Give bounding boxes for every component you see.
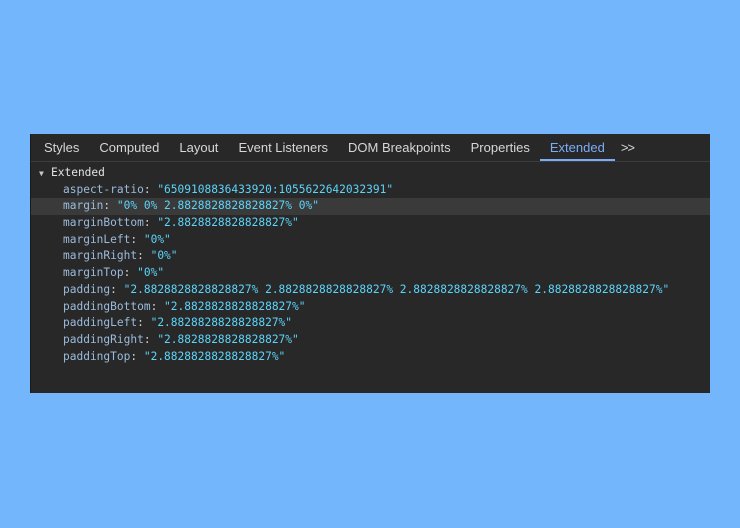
property-key: paddingRight	[63, 332, 144, 346]
devtools-tab-bar: Styles Computed Layout Event Listeners D…	[31, 134, 710, 162]
property-separator: :	[110, 282, 124, 296]
property-separator: :	[130, 232, 144, 246]
property-key: paddingLeft	[63, 316, 138, 330]
tab-event-listeners[interactable]: Event Listeners	[228, 134, 338, 161]
property-value[interactable]: "0% 0% 2.8828828828828827% 0%"	[117, 199, 319, 212]
property-value[interactable]: "2.8828828828828827%"	[151, 316, 292, 329]
tab-computed[interactable]: Computed	[89, 134, 169, 161]
property-separator: :	[137, 316, 151, 330]
property-value[interactable]: "0%"	[144, 233, 171, 246]
property-row[interactable]: marginRight: "0%"	[31, 248, 710, 265]
property-row[interactable]: marginTop: "0%"	[31, 265, 710, 282]
extended-pane: ▼ Extended aspect-ratio: "650910883643392…	[31, 162, 710, 365]
property-key: marginBottom	[63, 216, 144, 230]
property-row[interactable]: paddingBottom: "2.8828828828828827%"	[31, 299, 710, 316]
property-key: padding	[63, 282, 111, 296]
property-separator: :	[123, 266, 138, 280]
property-row[interactable]: paddingRight: "2.8828828828828827%"	[31, 332, 710, 349]
property-separator: :	[143, 332, 158, 346]
property-key: marginRight	[63, 249, 138, 263]
property-value[interactable]: "2.8828828828828827%"	[157, 333, 298, 346]
property-value[interactable]: "2.8828828828828827%"	[157, 216, 298, 229]
property-value[interactable]: "0%"	[137, 266, 164, 279]
property-key: marginLeft	[63, 232, 131, 246]
property-value[interactable]: "2.8828828828828827%"	[164, 300, 305, 313]
property-key: marginTop	[63, 266, 124, 280]
property-row[interactable]: paddingLeft: "2.8828828828828827%"	[31, 315, 710, 332]
property-row[interactable]: margin: "0% 0% 2.8828828828828827% 0%"	[31, 198, 710, 216]
property-row[interactable]: paddingTop: "2.8828828828828827%"	[31, 349, 710, 366]
property-separator: :	[130, 349, 144, 363]
expand-triangle-icon[interactable]: ▼	[39, 166, 47, 183]
section-title: Extended	[51, 166, 105, 179]
tab-layout[interactable]: Layout	[169, 134, 228, 161]
property-separator: :	[103, 199, 117, 213]
property-row[interactable]: padding: "2.8828828828828827% 2.88288288…	[31, 282, 710, 299]
property-separator: :	[143, 182, 158, 196]
property-key: paddingBottom	[63, 299, 151, 313]
property-value[interactable]: "2.8828828828828827% 2.8828828828828827%…	[124, 283, 670, 296]
property-key: aspect-ratio	[63, 182, 144, 196]
property-separator: :	[137, 249, 151, 263]
tab-dom-breakpoints[interactable]: DOM Breakpoints	[338, 134, 461, 161]
property-row[interactable]: marginLeft: "0%"	[31, 232, 710, 249]
property-value[interactable]: "0%"	[151, 249, 178, 262]
devtools-panel: Styles Computed Layout Event Listeners D…	[30, 134, 710, 393]
property-value[interactable]: "6509108836433920:1055622642032391"	[157, 183, 393, 196]
tab-extended[interactable]: Extended	[539, 134, 615, 161]
property-value[interactable]: "2.8828828828828827%"	[144, 350, 285, 363]
property-row[interactable]: marginBottom: "2.8828828828828827%"	[31, 215, 710, 232]
property-separator: :	[150, 299, 165, 313]
property-key: paddingTop	[63, 349, 131, 363]
property-separator: :	[143, 216, 158, 230]
extended-section-header[interactable]: ▼ Extended	[31, 165, 710, 182]
tab-styles[interactable]: Styles	[34, 134, 89, 161]
property-row[interactable]: aspect-ratio: "6509108836433920:10556226…	[31, 182, 710, 199]
property-key: margin	[63, 199, 104, 213]
tab-properties[interactable]: Properties	[461, 134, 540, 161]
more-tabs-chevron-icon[interactable]: >>	[615, 134, 640, 161]
property-list: aspect-ratio: "6509108836433920:10556226…	[31, 182, 710, 366]
